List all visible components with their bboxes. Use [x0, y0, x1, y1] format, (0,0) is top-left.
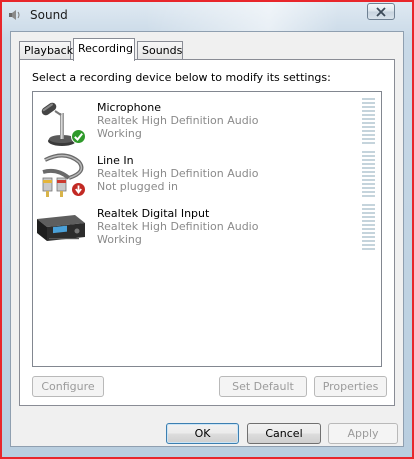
tab-recording[interactable]: Recording	[73, 38, 135, 61]
device-name: Microphone	[97, 101, 162, 114]
device-driver: Realtek High Definition Audio	[97, 114, 259, 127]
digital-input-device-icon	[35, 205, 87, 255]
instruction-text: Select a recording device below to modif…	[32, 71, 331, 84]
line-in-cable-icon	[35, 152, 87, 202]
unplugged-badge-icon	[71, 182, 86, 200]
microphone-icon	[35, 99, 87, 149]
close-icon	[375, 6, 387, 17]
device-status: Not plugged in	[97, 180, 179, 193]
speaker-icon	[8, 8, 22, 22]
device-item-microphone[interactable]: Microphone Realtek High Definition Audio…	[34, 97, 380, 149]
tab-playback[interactable]: Playback	[19, 41, 73, 60]
device-status: Working	[97, 127, 142, 140]
set-default-button[interactable]: Set Default	[219, 376, 307, 397]
level-meter	[362, 151, 375, 199]
window-title: Sound	[30, 8, 68, 22]
device-driver: Realtek High Definition Audio	[97, 220, 259, 233]
properties-button[interactable]: Properties	[314, 376, 387, 397]
title-bar[interactable]: Sound	[2, 2, 412, 30]
ok-button[interactable]: OK	[166, 423, 239, 444]
tab-sounds[interactable]: Sounds	[137, 41, 183, 60]
dialog-client-area: Playback Recording Sounds Select a recor…	[10, 31, 404, 447]
recording-tab-panel: Select a recording device below to modif…	[19, 59, 395, 406]
device-name: Line In	[97, 154, 134, 167]
device-item-digital-input[interactable]: Realtek Digital Input Realtek High Defin…	[34, 203, 380, 255]
device-name: Realtek Digital Input	[97, 207, 210, 220]
device-status: Working	[97, 233, 142, 246]
level-meter	[362, 204, 375, 252]
configure-button[interactable]: Configure	[32, 376, 104, 397]
close-button[interactable]	[367, 3, 395, 20]
cancel-button[interactable]: Cancel	[247, 423, 321, 444]
device-driver: Realtek High Definition Audio	[97, 167, 259, 180]
level-meter	[362, 98, 375, 146]
checkmark-badge-icon	[71, 129, 86, 147]
device-item-line-in[interactable]: Line In Realtek High Definition Audio No…	[34, 150, 380, 202]
screenshot-frame: Sound Playback Recording Sounds Select a…	[0, 0, 414, 459]
recording-device-list[interactable]: Microphone Realtek High Definition Audio…	[32, 91, 382, 367]
apply-button[interactable]: Apply	[328, 423, 398, 444]
